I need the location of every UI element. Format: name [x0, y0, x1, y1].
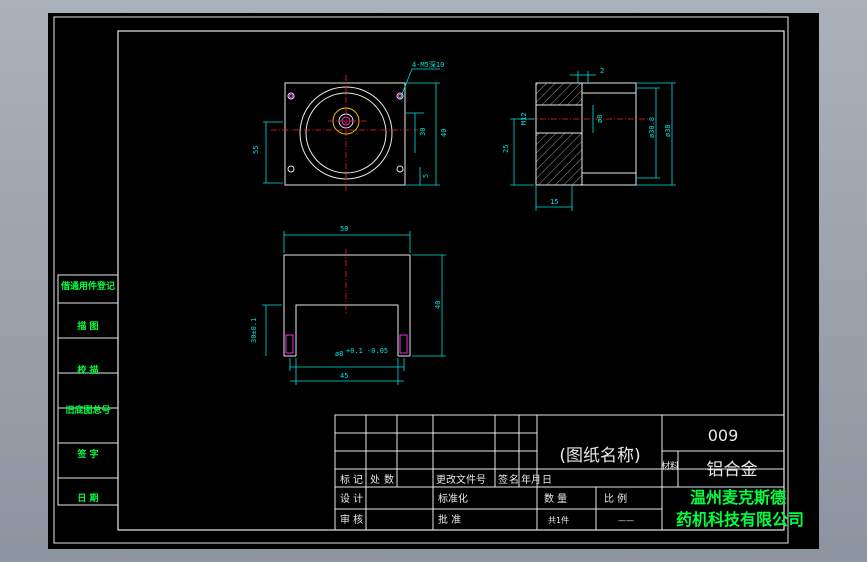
- dim-front-small: 5: [422, 174, 430, 178]
- dim-bottom-hole-tol: +0.1 -0.05: [346, 347, 388, 355]
- material: 铝合金: [707, 460, 758, 480]
- title-block[interactable]: 009 (图纸名称) 材料 铝合金 温州麦克斯德 药机科技有限公司 标 记 处 …: [334, 414, 804, 531]
- dim-front-height: 55: [252, 146, 260, 154]
- hdr-9: 日: [542, 475, 552, 486]
- dim-bottom-width: 50: [340, 225, 348, 233]
- thread-callout: 4-M5深10: [412, 60, 444, 69]
- dim-bottom-inner: 45: [340, 372, 348, 380]
- hdr-4: 更改文件号: [436, 473, 486, 486]
- company-line2: 药机科技有限公司: [676, 510, 804, 529]
- dim-side-height: 25: [502, 145, 510, 153]
- company-line1: 温州麦克斯德: [689, 488, 786, 507]
- dim-side-dia1: ø30.8: [648, 117, 656, 138]
- drawing-name: (图纸名称): [559, 446, 640, 466]
- hdr-1: 记: [353, 474, 363, 486]
- scale-label: 比 例: [604, 492, 627, 505]
- hdr-3: 数: [384, 473, 394, 486]
- cad-drawing-canvas[interactable]: 借通用件登记 描 图 校 描 旧底图总号 签 字 日 期 55 30 40 5 …: [48, 13, 819, 549]
- row-review: 审 核: [340, 513, 363, 526]
- side-section-view[interactable]: 2 M12 ø8 ø30.8 ø38 25 15: [502, 67, 676, 211]
- dim-side-width: 15: [550, 198, 558, 206]
- hdr-5: 签: [498, 473, 508, 486]
- side-stamp-5: 日 期: [77, 492, 98, 504]
- dim-side-top: 2: [600, 67, 604, 75]
- dim-bottom-hole: ø8: [335, 350, 343, 358]
- cad-drawing: 借通用件登记 描 图 校 描 旧底图总号 签 字 日 期 55 30 40 5 …: [53, 16, 804, 544]
- dim-bottom-height: 40: [434, 301, 442, 309]
- dim-front-right: 40: [440, 129, 448, 137]
- side-stamp-4: 签 字: [76, 448, 98, 460]
- row-approve: 批 准: [438, 513, 461, 526]
- qty-value: 共1件: [548, 515, 569, 525]
- dim-side-dia2: ø38: [664, 124, 672, 137]
- side-stamp-1: 描 图: [77, 320, 98, 332]
- hdr-8: 月: [531, 474, 541, 486]
- qty-label: 数 量: [544, 492, 567, 505]
- hdr-7: 年: [521, 473, 531, 486]
- side-stamp-2: 校 描: [77, 364, 98, 376]
- hdr-2: 处: [370, 474, 380, 486]
- side-stamp-column: 借通用件登记 描 图 校 描 旧底图总号 签 字 日 期: [57, 274, 119, 506]
- bottom-view[interactable]: 50 40 30±0.1 ø8 +0.1 -0.05 45: [250, 225, 446, 385]
- drawing-border: [117, 30, 785, 531]
- side-stamp-3: 旧底图总号: [65, 404, 110, 416]
- side-stamp-0: 借通用件登记: [60, 280, 115, 292]
- part-number: 009: [708, 426, 739, 445]
- dim-bottom-slot: 30±0.1: [250, 318, 258, 343]
- front-view[interactable]: 55 30 40 5 4-M5深10: [252, 60, 448, 193]
- dim-side-bore: ø8: [596, 115, 604, 123]
- row-design: 设 计: [340, 492, 363, 505]
- material-label: 材料: [661, 460, 679, 472]
- row-design-std: 标准化: [438, 492, 468, 505]
- hdr-0: 标: [340, 474, 350, 486]
- scale-value: ——: [618, 516, 634, 525]
- hdr-6: 名: [509, 473, 519, 486]
- dim-front-inner: 30: [419, 128, 427, 136]
